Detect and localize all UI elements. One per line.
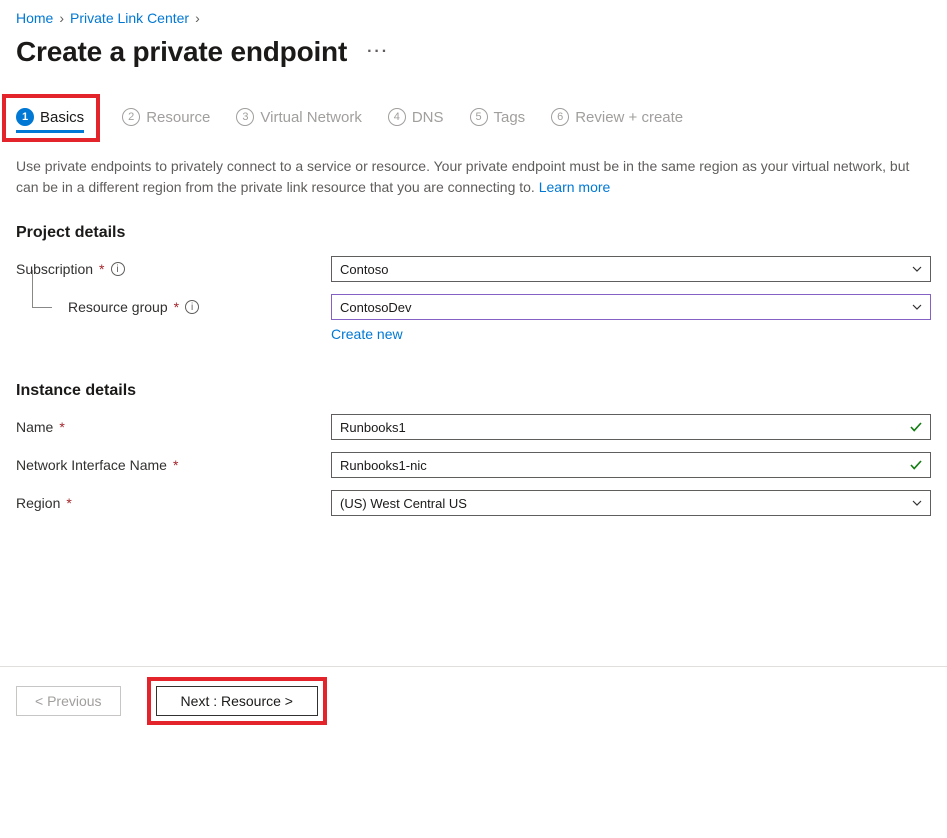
tab-label: Resource	[146, 109, 210, 126]
name-input[interactable]	[331, 414, 931, 440]
chevron-right-icon: ›	[195, 10, 200, 26]
breadcrumb: Home › Private Link Center ›	[16, 10, 931, 26]
highlight-next-button: Next : Resource >	[147, 677, 327, 725]
wizard-tabs: 1 Basics 2 Resource 3 Virtual Network 4 …	[16, 108, 931, 132]
section-project-details: Project details	[16, 224, 931, 242]
tab-step-number: 6	[551, 108, 569, 126]
info-icon[interactable]: i	[111, 262, 125, 276]
nic-name-label: Network Interface Name *	[16, 457, 331, 473]
page-title: Create a private endpoint	[16, 36, 347, 68]
tab-label: Basics	[40, 109, 84, 126]
subscription-label: Subscription * i	[16, 261, 331, 277]
region-label: Region *	[16, 495, 331, 511]
tab-dns[interactable]: 4 DNS	[388, 108, 444, 132]
chevron-right-icon: ›	[59, 10, 64, 26]
more-actions-icon[interactable]: ···	[367, 43, 389, 61]
tab-step-number: 3	[236, 108, 254, 126]
tab-step-number: 1	[16, 108, 34, 126]
required-asterisk: *	[99, 261, 104, 277]
nic-name-input[interactable]	[331, 452, 931, 478]
required-asterisk: *	[59, 419, 64, 435]
tree-connector	[20, 294, 68, 320]
wizard-footer: < Previous Next : Resource >	[0, 666, 947, 735]
tab-step-number: 5	[470, 108, 488, 126]
breadcrumb-private-link-center[interactable]: Private Link Center	[70, 10, 189, 26]
tab-virtual-network[interactable]: 3 Virtual Network	[236, 108, 361, 132]
info-icon[interactable]: i	[185, 300, 199, 314]
resource-group-select[interactable]: ContosoDev	[331, 294, 931, 320]
tab-label: DNS	[412, 109, 444, 126]
tab-label: Review + create	[575, 109, 683, 126]
tab-resource[interactable]: 2 Resource	[122, 108, 210, 132]
tab-review-create[interactable]: 6 Review + create	[551, 108, 683, 132]
highlight-basics-tab: 1 Basics	[2, 94, 100, 142]
subscription-select[interactable]: Contoso	[331, 256, 931, 282]
learn-more-link[interactable]: Learn more	[539, 179, 611, 195]
next-button[interactable]: Next : Resource >	[156, 686, 318, 716]
name-label: Name *	[16, 419, 331, 435]
description-text: Use private endpoints to privately conne…	[16, 156, 931, 198]
required-asterisk: *	[66, 495, 71, 511]
create-new-resource-group-link[interactable]: Create new	[331, 326, 403, 342]
tab-label: Virtual Network	[260, 109, 361, 126]
required-asterisk: *	[173, 457, 178, 473]
resource-group-label: Resource group * i	[68, 299, 331, 315]
tab-step-number: 4	[388, 108, 406, 126]
tab-step-number: 2	[122, 108, 140, 126]
tab-label: Tags	[494, 109, 526, 126]
previous-button[interactable]: < Previous	[16, 686, 121, 716]
required-asterisk: *	[174, 299, 179, 315]
section-instance-details: Instance details	[16, 382, 931, 400]
tab-basics[interactable]: 1 Basics	[16, 108, 84, 132]
region-select[interactable]: (US) West Central US	[331, 490, 931, 516]
tab-tags[interactable]: 5 Tags	[470, 108, 526, 132]
breadcrumb-home[interactable]: Home	[16, 10, 53, 26]
